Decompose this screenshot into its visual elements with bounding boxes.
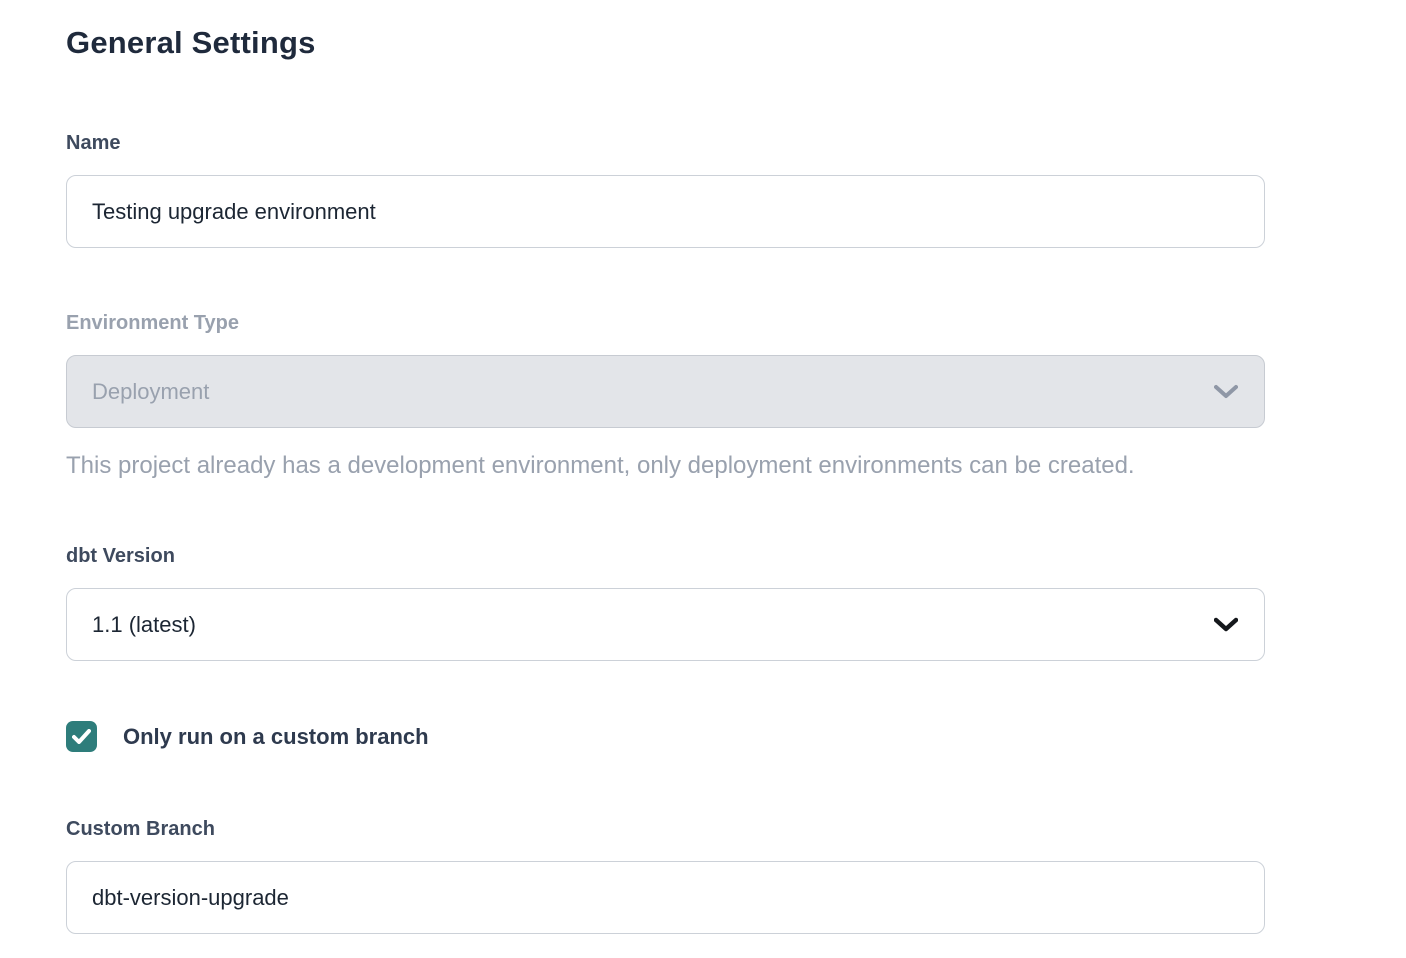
general-settings-page: General Settings Name Environment Type D…: [0, 24, 1406, 934]
spacer: [66, 661, 1265, 721]
environment-type-select: Deployment: [66, 355, 1265, 428]
chevron-down-icon: [1214, 384, 1238, 400]
dbt-version-field-group: dbt Version 1.1 (latest): [66, 543, 1265, 661]
environment-type-selected-value: Deployment: [92, 379, 209, 405]
spacer: [66, 62, 1265, 130]
name-label: Name: [66, 130, 1265, 156]
chevron-down-icon: [1214, 617, 1238, 633]
dbt-version-select[interactable]: 1.1 (latest): [66, 588, 1265, 661]
custom-branch-field-group: Custom Branch: [66, 816, 1265, 934]
environment-type-helper-text: This project already has a development e…: [66, 450, 1265, 482]
page-title: General Settings: [66, 24, 1265, 62]
custom-branch-checkbox[interactable]: [66, 721, 97, 752]
checkmark-icon: [72, 729, 91, 744]
custom-branch-label: Custom Branch: [66, 816, 1265, 842]
spacer: [66, 248, 1265, 310]
custom-branch-input[interactable]: [66, 861, 1265, 934]
spacer: [66, 482, 1265, 543]
dbt-version-selected-value: 1.1 (latest): [92, 612, 196, 638]
custom-branch-checkbox-label[interactable]: Only run on a custom branch: [123, 722, 429, 752]
spacer: [66, 752, 1265, 816]
dbt-version-label: dbt Version: [66, 543, 1265, 569]
environment-type-label: Environment Type: [66, 310, 1265, 336]
name-field-group: Name: [66, 130, 1265, 248]
environment-type-field-group: Environment Type Deployment This project…: [66, 310, 1265, 482]
custom-branch-checkbox-row: Only run on a custom branch: [66, 721, 1265, 752]
name-input[interactable]: [66, 175, 1265, 248]
